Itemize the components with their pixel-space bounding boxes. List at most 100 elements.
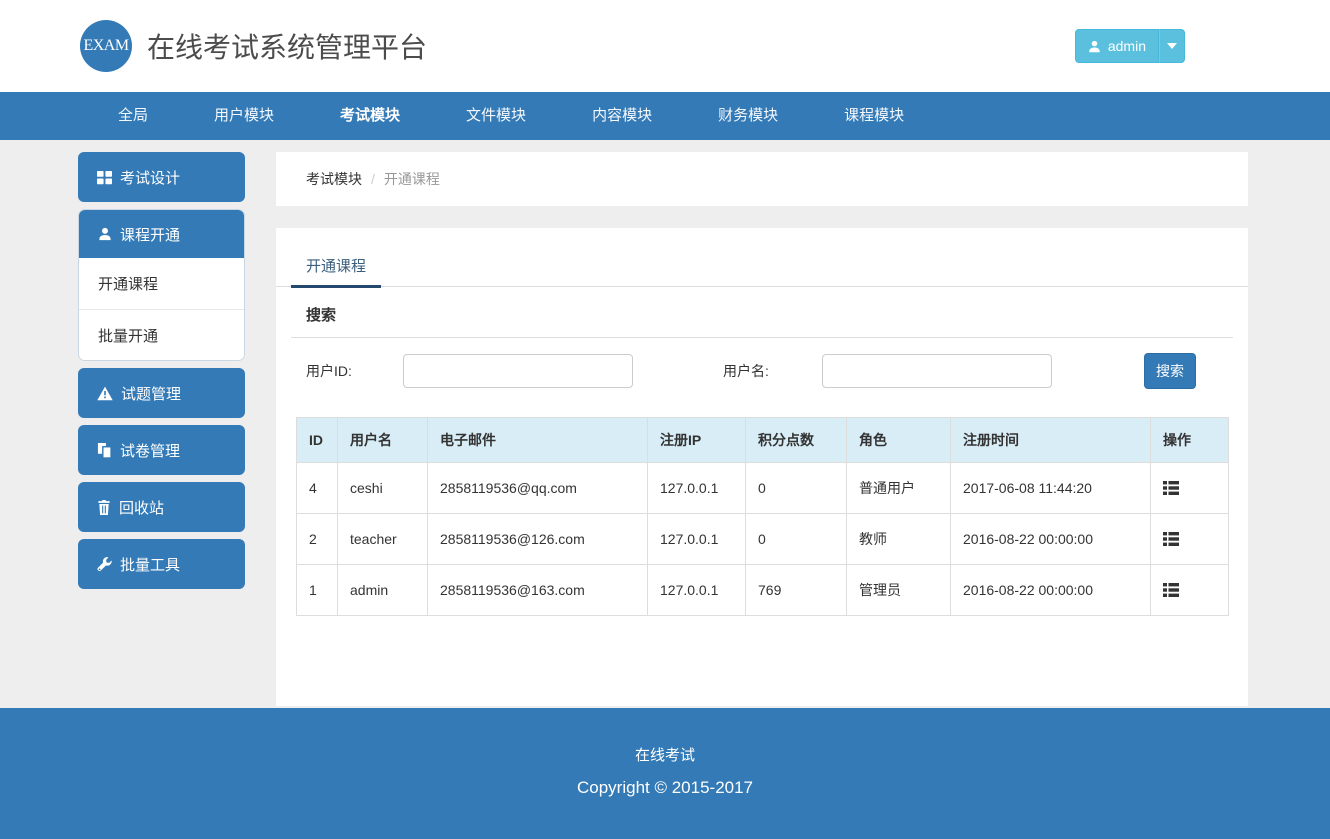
username-input[interactable] [822, 354, 1052, 388]
user-button[interactable]: admin [1075, 29, 1159, 63]
sidebar-item-label: 课程开通 [120, 224, 180, 245]
user-icon [98, 227, 112, 241]
content-area: 考试设计 课程开通 开通课程 批量开通 [0, 140, 1330, 708]
col-header-role: 角色 [847, 418, 951, 463]
search-section: 搜索 用户ID: 用户名: 搜索 [291, 287, 1233, 389]
sidebar-item-exam-design[interactable]: 考试设计 [78, 152, 245, 202]
users-table: ID 用户名 电子邮件 注册IP 积分点数 角色 注册时间 操作 4 [296, 417, 1229, 616]
cell-email: 2858119536@126.com [428, 514, 648, 565]
open-course-panel: 开通课程 搜索 用户ID: 用户名: 搜索 [276, 228, 1248, 706]
th-list-icon [1163, 481, 1179, 495]
cell-ip: 127.0.0.1 [648, 463, 746, 514]
cell-id: 4 [297, 463, 338, 514]
cell-reg-time: 2016-08-22 00:00:00 [951, 514, 1151, 565]
nav-item-course-module[interactable]: 课程模块 [811, 92, 937, 140]
user-dropdown-button[interactable] [1159, 29, 1185, 63]
cell-email: 2858119536@qq.com [428, 463, 648, 514]
cell-role: 管理员 [847, 565, 951, 616]
table-row: 2 teacher 2858119536@126.com 127.0.0.1 0… [297, 514, 1229, 565]
main-column: 考试模块 / 开通课程 开通课程 搜索 用户ID: 用户名: 搜索 [276, 152, 1248, 708]
sidebar-item-label: 试卷管理 [120, 440, 180, 461]
main-nav: 全局 用户模块 考试模块 文件模块 内容模块 财务模块 课程模块 [0, 92, 1330, 140]
col-header-actions: 操作 [1151, 418, 1229, 463]
nav-item-global[interactable]: 全局 [85, 92, 181, 140]
sidebar-group-course-open: 课程开通 开通课程 批量开通 [78, 209, 245, 361]
cell-ip: 127.0.0.1 [648, 514, 746, 565]
cell-points: 0 [746, 514, 847, 565]
footer-site-name: 在线考试 [0, 744, 1330, 765]
nav-item-content-module[interactable]: 内容模块 [559, 92, 685, 140]
sidebar-subitem-label: 开通课程 [98, 273, 158, 294]
brand-link[interactable]: EXAM 在线考试系统管理平台 [80, 20, 427, 72]
cell-username: ceshi [338, 463, 428, 514]
user-id-input[interactable] [403, 354, 633, 388]
nav-item-user-module[interactable]: 用户模块 [181, 92, 307, 140]
exam-logo-icon: EXAM [80, 20, 132, 72]
cell-role: 普通用户 [847, 463, 951, 514]
col-header-ip: 注册IP [648, 418, 746, 463]
app-header: EXAM 在线考试系统管理平台 admin [0, 0, 1330, 92]
breadcrumb-item-open-course: 开通课程 [384, 169, 440, 189]
sidebar-item-course-open[interactable]: 课程开通 [79, 210, 244, 258]
caret-down-icon [1167, 43, 1177, 49]
breadcrumb: 考试模块 / 开通课程 [276, 152, 1248, 206]
col-header-points: 积分点数 [746, 418, 847, 463]
col-header-username: 用户名 [338, 418, 428, 463]
wrench-icon [97, 557, 112, 572]
cell-role: 教师 [847, 514, 951, 565]
sidebar-submenu: 开通课程 批量开通 [79, 258, 244, 360]
page-title: 在线考试系统管理平台 [147, 26, 427, 66]
logo-text: EXAM [83, 37, 128, 55]
search-section-title: 搜索 [291, 287, 1233, 338]
col-header-reg-time: 注册时间 [951, 418, 1151, 463]
cell-email: 2858119536@163.com [428, 565, 648, 616]
sidebar-subitem-batch-open[interactable]: 批量开通 [79, 309, 244, 360]
footer-copyright: Copyright © 2015-2017 [0, 778, 1330, 798]
table-header-row: ID 用户名 电子邮件 注册IP 积分点数 角色 注册时间 操作 [297, 418, 1229, 463]
sidebar-item-label: 回收站 [119, 497, 164, 518]
sidebar-subitem-label: 批量开通 [98, 325, 158, 346]
cell-points: 0 [746, 463, 847, 514]
username-label: 用户名: [723, 361, 822, 381]
cell-points: 769 [746, 565, 847, 616]
row-actions-button[interactable] [1163, 481, 1179, 495]
sidebar-item-label: 试题管理 [121, 383, 181, 404]
sidebar-item-batch-tools[interactable]: 批量工具 [78, 539, 245, 589]
cell-id: 1 [297, 565, 338, 616]
sidebar-item-question-manage[interactable]: 试题管理 [78, 368, 245, 418]
user-id-label: 用户ID: [306, 361, 403, 381]
trash-icon [97, 500, 111, 515]
nav-item-finance-module[interactable]: 财务模块 [685, 92, 811, 140]
breadcrumb-item-exam-module[interactable]: 考试模块 [306, 169, 362, 189]
th-large-icon [97, 170, 112, 185]
nav-item-exam-module[interactable]: 考试模块 [307, 92, 433, 140]
sidebar-item-label: 批量工具 [120, 554, 180, 575]
cell-reg-time: 2016-08-22 00:00:00 [951, 565, 1151, 616]
sidebar-subitem-open-course[interactable]: 开通课程 [79, 258, 244, 309]
cell-reg-time: 2017-06-08 11:44:20 [951, 463, 1151, 514]
sidebar-item-recycle-bin[interactable]: 回收站 [78, 482, 245, 532]
app-footer: 在线考试 Copyright © 2015-2017 [0, 708, 1330, 839]
search-button[interactable]: 搜索 [1144, 353, 1196, 389]
nav-item-file-module[interactable]: 文件模块 [433, 92, 559, 140]
main-nav-list: 全局 用户模块 考试模块 文件模块 内容模块 财务模块 课程模块 [0, 92, 1330, 140]
sidebar-item-paper-manage[interactable]: 试卷管理 [78, 425, 245, 475]
col-header-email: 电子邮件 [428, 418, 648, 463]
panel-tabs: 开通课程 [276, 228, 1248, 287]
user-menu: admin [1075, 29, 1185, 63]
cell-id: 2 [297, 514, 338, 565]
th-list-icon [1163, 583, 1179, 597]
breadcrumb-separator: / [371, 171, 375, 187]
table-row: 4 ceshi 2858119536@qq.com 127.0.0.1 0 普通… [297, 463, 1229, 514]
cell-username: teacher [338, 514, 428, 565]
sidebar: 考试设计 课程开通 开通课程 批量开通 [78, 152, 245, 708]
cell-username: admin [338, 565, 428, 616]
col-header-id: ID [297, 418, 338, 463]
row-actions-button[interactable] [1163, 583, 1179, 597]
tab-open-course[interactable]: 开通课程 [291, 245, 381, 288]
row-actions-button[interactable] [1163, 532, 1179, 546]
search-form: 用户ID: 用户名: 搜索 [291, 338, 1233, 389]
page: EXAM 在线考试系统管理平台 admin 全局 用户模块 考试模块 文件模块 [0, 0, 1330, 839]
user-button-label: admin [1108, 38, 1146, 54]
sidebar-item-label: 考试设计 [120, 167, 180, 188]
